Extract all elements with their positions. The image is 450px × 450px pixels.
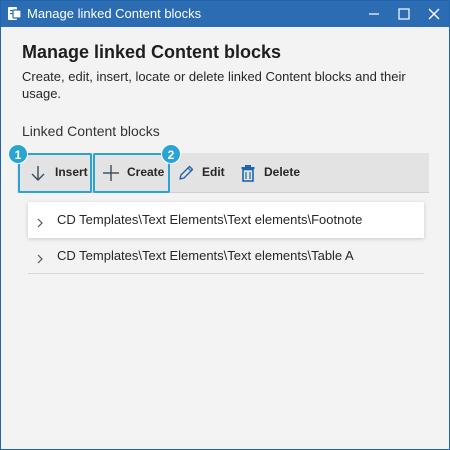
edit-label: Edit (202, 165, 225, 179)
insert-button[interactable]: Insert (19, 153, 91, 193)
pencil-icon (177, 164, 195, 187)
trash-icon (239, 164, 257, 187)
chevron-right-icon[interactable] (36, 215, 44, 233)
edit-button[interactable]: Edit (173, 153, 229, 193)
title-bar: Manage linked Content blocks (1, 1, 449, 27)
minimize-button[interactable] (359, 1, 389, 27)
insert-label: Insert (55, 165, 88, 179)
maximize-button[interactable] (389, 1, 419, 27)
app-icon (7, 6, 22, 21)
maximize-icon (398, 8, 410, 20)
section-label: Linked Content blocks (22, 123, 160, 139)
create-button[interactable]: Create (93, 153, 169, 193)
arrow-down-icon (29, 164, 47, 187)
content-block-list: CD Templates\Text Elements\Text elements… (28, 202, 424, 274)
close-button[interactable] (419, 1, 449, 27)
page-description: Create, edit, insert, locate or delete l… (22, 69, 406, 101)
chevron-right-icon[interactable] (36, 251, 44, 269)
page-title: Manage linked Content blocks (22, 42, 282, 62)
window-title: Manage linked Content blocks (27, 6, 202, 21)
list-item[interactable]: CD Templates\Text Elements\Text elements… (28, 202, 424, 238)
dialog-window: Manage linked Content blocks Manage link… (0, 0, 450, 450)
callout-badge-1: 1 (8, 144, 28, 164)
close-icon (428, 8, 440, 20)
delete-button[interactable]: Delete (235, 153, 301, 193)
toolbar: Insert Create Edit Delete (17, 153, 429, 193)
dialog-content: Manage linked Content blocks Create, edi… (1, 27, 449, 449)
delete-label: Delete (264, 165, 301, 179)
callout-badge-2: 2 (161, 144, 181, 164)
list-item-label: CD Templates\Text Elements\Text elements… (57, 212, 363, 227)
list-item[interactable]: CD Templates\Text Elements\Text elements… (28, 238, 424, 274)
minimize-icon (369, 13, 379, 15)
plus-icon (102, 164, 120, 187)
create-label: Create (127, 165, 165, 179)
list-item-label: CD Templates\Text Elements\Text elements… (57, 248, 354, 263)
